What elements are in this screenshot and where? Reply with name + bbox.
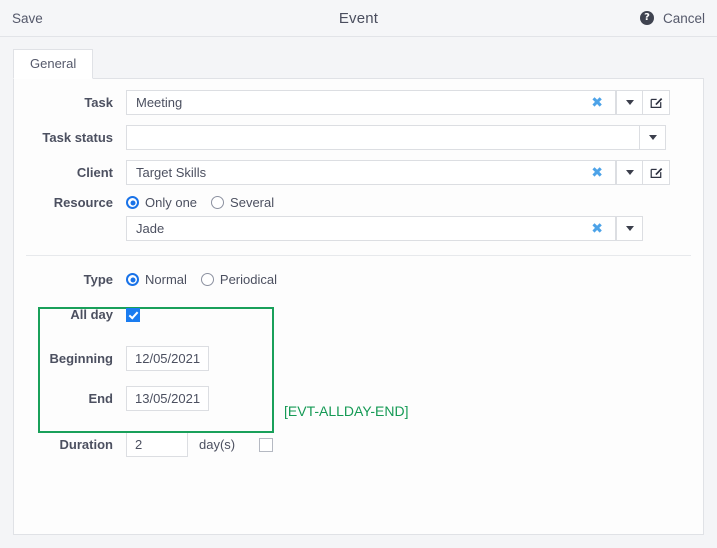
field-row-all-day: All day: [14, 307, 703, 322]
resource-control-group: Jade ✖: [126, 216, 643, 241]
resource-option-label: Only one: [145, 195, 197, 210]
client-control-group: Target Skills ✖: [126, 160, 670, 185]
resource-option-label: Several: [230, 195, 274, 210]
task-dropdown-button[interactable]: [616, 90, 643, 115]
beginning-date-input[interactable]: 12/05/2021: [126, 346, 209, 371]
type-radio-periodical[interactable]: Periodical: [201, 272, 277, 287]
duration-input[interactable]: 2: [126, 432, 188, 457]
task-control-group: Meeting ✖: [126, 90, 670, 115]
resource-radio-only-one[interactable]: Only one: [126, 195, 197, 210]
chevron-down-icon: [626, 170, 634, 175]
tab-general-label: General: [30, 56, 76, 71]
client-edit-button[interactable]: [643, 160, 670, 185]
beginning-date-value: 12/05/2021: [135, 351, 200, 366]
resource-radio-group: Only one Several: [126, 195, 274, 210]
radio-selected-icon: [126, 273, 139, 286]
duration-control-group: 2 day(s): [126, 432, 273, 457]
edit-icon: [650, 96, 663, 109]
client-dropdown-button[interactable]: [616, 160, 643, 185]
general-tab-panel: Task Meeting ✖ Task status: [13, 79, 704, 535]
beginning-control-group: 12/05/2021: [126, 346, 209, 371]
client-input[interactable]: Target Skills ✖: [126, 160, 616, 185]
all-day-label: All day: [14, 307, 126, 322]
tab-general[interactable]: General: [13, 49, 93, 79]
task-status-label: Task status: [14, 130, 126, 145]
resource-value: Jade: [136, 221, 587, 236]
resource-radio-several[interactable]: Several: [211, 195, 274, 210]
client-clear-icon[interactable]: ✖: [587, 166, 615, 180]
radio-unselected-icon: [211, 196, 224, 209]
client-value: Target Skills: [136, 165, 587, 180]
end-control-group: 13/05/2021: [126, 386, 209, 411]
field-row-resource-value: Jade ✖: [14, 216, 703, 241]
save-button[interactable]: Save: [12, 11, 43, 26]
cancel-button[interactable]: Cancel: [663, 11, 705, 26]
client-label: Client: [14, 165, 126, 180]
resource-clear-icon[interactable]: ✖: [587, 222, 615, 236]
field-row-type: Type Normal Periodical: [14, 272, 703, 287]
all-day-control-group: [126, 308, 140, 322]
task-status-control-group: [126, 125, 666, 150]
type-option-label: Normal: [145, 272, 187, 287]
radio-selected-icon: [126, 196, 139, 209]
duration-label: Duration: [14, 437, 126, 452]
tab-bar: General: [13, 50, 704, 79]
allday-highlight-region: [EVT-ALLDAY-END] All day Beginning 12/05…: [14, 307, 703, 411]
resource-label: Resource: [14, 195, 126, 210]
resource-input[interactable]: Jade ✖: [126, 216, 616, 241]
beginning-label: Beginning: [14, 351, 126, 366]
duration-unit-label: day(s): [199, 437, 235, 452]
help-icon[interactable]: ?: [640, 11, 654, 25]
type-label: Type: [14, 272, 126, 287]
field-row-resource: Resource Only one Several: [14, 195, 703, 210]
field-row-duration: Duration 2 day(s): [14, 432, 703, 457]
chevron-down-icon: [649, 135, 657, 140]
duration-checkbox[interactable]: [259, 438, 273, 452]
field-row-task-status: Task status: [14, 125, 703, 150]
chevron-down-icon: [626, 100, 634, 105]
field-row-client: Client Target Skills ✖: [14, 160, 703, 185]
task-input[interactable]: Meeting ✖: [126, 90, 616, 115]
radio-unselected-icon: [201, 273, 214, 286]
header-actions: ? Cancel: [640, 11, 705, 26]
window-header: Save Event ? Cancel: [0, 0, 717, 37]
section-divider: [26, 255, 691, 256]
type-radio-group: Normal Periodical: [126, 272, 277, 287]
chevron-down-icon: [626, 226, 634, 231]
field-row-task: Task Meeting ✖: [14, 90, 703, 115]
annotation-label: [EVT-ALLDAY-END]: [284, 403, 409, 419]
end-date-input[interactable]: 13/05/2021: [126, 386, 209, 411]
task-edit-button[interactable]: [643, 90, 670, 115]
field-row-beginning: Beginning 12/05/2021: [14, 346, 703, 371]
resource-dropdown-button[interactable]: [616, 216, 643, 241]
page-title: Event: [0, 10, 717, 27]
task-status-input[interactable]: [126, 125, 639, 150]
type-radio-normal[interactable]: Normal: [126, 272, 187, 287]
duration-value: 2: [135, 437, 142, 452]
type-option-label: Periodical: [220, 272, 277, 287]
edit-icon: [650, 166, 663, 179]
task-status-dropdown-button[interactable]: [639, 125, 666, 150]
task-label: Task: [14, 95, 126, 110]
task-clear-icon[interactable]: ✖: [587, 96, 615, 110]
all-day-checkbox[interactable]: [126, 308, 140, 322]
task-value: Meeting: [136, 95, 587, 110]
end-date-value: 13/05/2021: [135, 391, 200, 406]
end-label: End: [14, 391, 126, 406]
